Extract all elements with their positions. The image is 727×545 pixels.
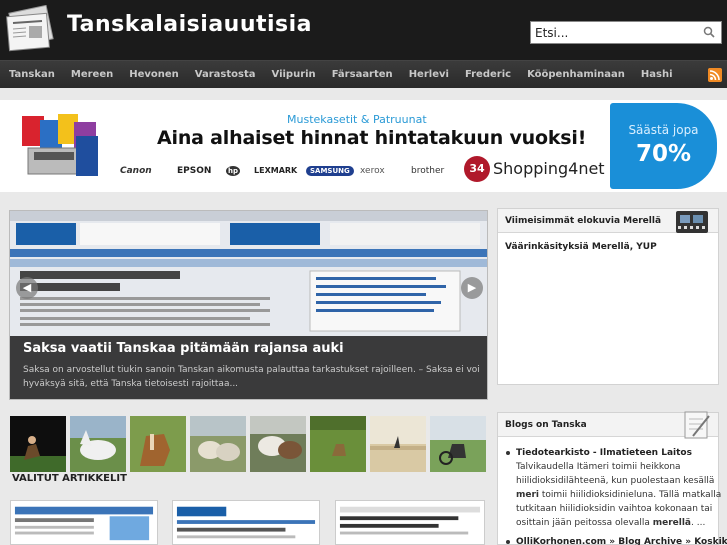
nav-items: Tanskan Mereen Hevonen Varastosta Viipur… (0, 61, 681, 89)
brand-brother: brother (411, 166, 445, 176)
thumbnail-image[interactable] (130, 416, 186, 472)
bullet (506, 451, 510, 455)
nav-item[interactable]: Hashi (633, 61, 681, 89)
sale-badge: Säästä jopa 70% (610, 103, 717, 189)
nav-item[interactable]: Mereen (63, 61, 121, 89)
rss-icon[interactable] (708, 68, 722, 82)
nav-item[interactable]: Kööpenhaminaan (519, 61, 633, 89)
sale-label: Säästä jopa (628, 123, 699, 137)
sale-value: 70% (635, 141, 692, 167)
slider-prev-button[interactable]: ◀ (16, 277, 38, 299)
thumbnail-image[interactable] (370, 416, 426, 472)
thumbnail-image[interactable] (310, 416, 366, 472)
nav-item[interactable]: Herlevi (401, 61, 457, 89)
blog-text-part: Talvikaudella Itämeri toimii heikkona hi… (516, 462, 715, 486)
shop-badge: 34 (464, 156, 490, 182)
slider-next-button[interactable]: ▶ (461, 277, 483, 299)
search-box (530, 21, 722, 44)
blog-entry-text: Talvikaudella Itämeri toimii heikkona hi… (516, 462, 721, 528)
brand-canon: Canon (120, 166, 152, 176)
banner-headline: Aina alhaiset hinnat hintatakuun vuoksi! (157, 127, 587, 149)
search-icon[interactable] (703, 26, 715, 38)
bullet (506, 540, 510, 544)
brand-hp: hp (226, 166, 240, 176)
blog-entry: OlliKorhonen.com » Blog Archive » Koskik… (506, 535, 727, 545)
brand-lexmark: LEXMARK (254, 166, 298, 175)
movie-link[interactable]: Väärinkäsityksiä Merellä, YUP (505, 242, 657, 252)
slide-excerpt: Saksa on arvostellut tiukin sanoin Tansk… (23, 365, 480, 389)
nav-item[interactable]: Tanskan (0, 61, 63, 89)
thumbnail-image[interactable] (190, 416, 246, 472)
advertisement-banner[interactable]: Mustekasetit & Patruunat Aina alhaiset h… (0, 100, 727, 192)
blog-text-part: . ... (691, 518, 706, 528)
ink-cartridges-image (22, 114, 98, 176)
banner-subtitle: Mustekasetit & Patruunat (287, 113, 427, 126)
shop-name: Shopping4net (493, 159, 605, 178)
nav-item[interactable]: Frederic (457, 61, 519, 89)
brand-xerox: xerox (360, 166, 385, 176)
film-reel-icon (676, 211, 708, 233)
article-preview-card[interactable] (10, 500, 158, 545)
thumbnail-image[interactable] (10, 416, 66, 472)
notepad-pencil-icon (684, 411, 710, 439)
selected-articles-heading: VALITUT ARTIKKELIT (12, 473, 127, 484)
newspaper-logo-icon[interactable] (4, 5, 56, 53)
blog-entry: Tiedotearkisto - Ilmatieteen Laitos Talv… (506, 446, 722, 530)
brand-epson: EPSON (177, 166, 212, 176)
thumbnail-image[interactable] (70, 416, 126, 472)
thumbnail-image[interactable] (250, 416, 306, 472)
nav-item[interactable]: Viipurin (264, 61, 324, 89)
site-title[interactable]: Tanskalaisiauutisia (67, 12, 312, 37)
latest-movies-widget: Viimeisimmät elokuvia Merellä Väärinkäsi… (497, 208, 719, 385)
nav-item[interactable]: Hevonen (121, 61, 187, 89)
brand-samsung: SAMSUNG (306, 166, 354, 176)
slide-title[interactable]: Saksa vaatii Tanskaa pitämään rajansa au… (23, 341, 344, 356)
shop-logo: 34 Shopping4net (464, 156, 605, 184)
nav-item[interactable]: Varastosta (187, 61, 264, 89)
slide-caption: Saksa vaatii Tanskaa pitämään rajansa au… (10, 336, 487, 399)
thumbnail-image[interactable] (430, 416, 486, 472)
blog-entry-title[interactable]: OlliKorhonen.com » Blog Archive » Koskik… (516, 535, 727, 545)
site-header: Tanskalaisiauutisia (0, 0, 727, 60)
blog-text-bold: merellä (652, 518, 692, 528)
article-previews (10, 500, 488, 545)
blog-entry-title[interactable]: Tiedotearkisto - Ilmatieteen Laitos (516, 446, 722, 460)
blogs-widget: Blogs on Tanska Tiedotearkisto - Ilmatie… (497, 411, 727, 545)
nav-item[interactable]: Färsaarten (324, 61, 401, 89)
search-input[interactable] (535, 24, 695, 41)
thumbnail-strip (10, 416, 488, 472)
article-preview-card[interactable] (172, 500, 320, 545)
blog-text-bold: meri (516, 490, 540, 500)
main-nav: Tanskan Mereen Hevonen Varastosta Viipur… (0, 60, 727, 88)
article-preview-card[interactable] (335, 500, 485, 545)
featured-slider[interactable]: ◀ ▶ Saksa vaatii Tanskaa pitämään rajans… (9, 210, 488, 400)
